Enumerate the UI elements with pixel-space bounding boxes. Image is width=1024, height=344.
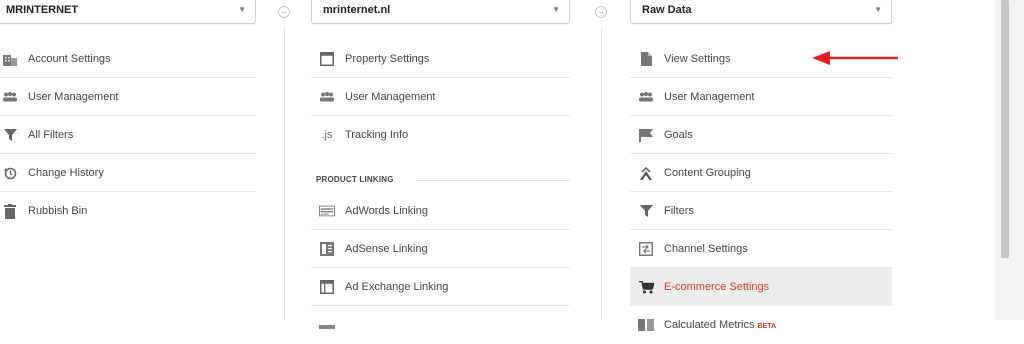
- view-selector[interactable]: Raw Data ▼: [630, 0, 892, 24]
- menu-item-adwords-linking[interactable]: AdWords Linking: [311, 192, 570, 230]
- calculated-icon: [638, 317, 654, 333]
- menu-item-tracking-info[interactable]: .js Tracking Info: [311, 116, 570, 154]
- menu-item-label: Property Settings: [345, 53, 430, 65]
- beta-badge: BETA: [757, 323, 777, 330]
- section-divider: [416, 180, 570, 181]
- menu-item-user-management[interactable]: User Management: [311, 78, 570, 116]
- partial-icon: [319, 317, 335, 333]
- trash-icon: [2, 203, 18, 219]
- arrow-right-icon: →: [278, 6, 290, 18]
- menu-item-user-management[interactable]: User Management: [0, 78, 256, 116]
- arrow-right-icon: →: [595, 6, 607, 18]
- filter-icon: [638, 203, 654, 219]
- menu-item-label: Goals: [664, 129, 693, 141]
- window-icon: [319, 51, 335, 67]
- menu-item-label: Rubbish Bin: [28, 205, 88, 217]
- menu-item-label: All Filters: [28, 129, 74, 141]
- menu-item-filters[interactable]: Filters: [630, 192, 892, 230]
- users-icon: [2, 89, 18, 105]
- menu-item-label: Account Settings: [28, 53, 111, 65]
- menu-item-adsense-linking[interactable]: AdSense Linking: [311, 230, 570, 268]
- menu-item-calculated-metrics[interactable]: Calculated Metrics BETA: [630, 306, 892, 344]
- annotation-arrow-icon: [812, 50, 902, 66]
- menu-item-label: Calculated Metrics: [664, 319, 755, 331]
- menu-item-channel-settings[interactable]: Channel Settings: [630, 230, 892, 268]
- column-divider: [601, 28, 602, 320]
- document-icon: [638, 51, 654, 67]
- menu-item-change-history[interactable]: Change History: [0, 154, 256, 192]
- property-selector-label: mrinternet.nl: [323, 4, 391, 16]
- flag-icon: [638, 127, 654, 143]
- menu-item-goals[interactable]: Goals: [630, 116, 892, 154]
- property-selector[interactable]: mrinternet.nl ▼: [311, 0, 570, 24]
- menu-item-label: User Management: [345, 91, 436, 103]
- menu-item-user-management[interactable]: User Management: [630, 78, 892, 116]
- chevron-down-icon: ▼: [552, 5, 560, 14]
- scrollbar[interactable]: [995, 0, 1024, 320]
- menu-item-ad-exchange-linking[interactable]: Ad Exchange Linking: [311, 268, 570, 306]
- menu-item-label: User Management: [28, 91, 119, 103]
- menu-item-rubbish-bin[interactable]: Rubbish Bin: [0, 192, 256, 230]
- adwords-icon: [319, 203, 335, 219]
- filter-icon: [2, 127, 18, 143]
- menu-item-label: Filters: [664, 205, 694, 217]
- column-divider: [284, 28, 285, 320]
- menu-item-partial: [311, 306, 570, 344]
- menu-item-account-settings[interactable]: Account Settings: [0, 40, 256, 78]
- users-icon: [319, 89, 335, 105]
- js-icon: .js: [321, 129, 333, 141]
- chevron-down-icon: ▼: [238, 5, 246, 14]
- building-icon: [2, 51, 18, 67]
- menu-item-content-grouping[interactable]: Content Grouping: [630, 154, 892, 192]
- account-selector[interactable]: MRINTERNET ▼: [0, 0, 256, 24]
- history-icon: [2, 165, 18, 181]
- menu-item-property-settings[interactable]: Property Settings: [311, 40, 570, 78]
- menu-item-label: AdSense Linking: [345, 243, 428, 255]
- menu-item-label: Content Grouping: [664, 167, 751, 179]
- scrollbar-thumb[interactable]: [1001, 0, 1009, 258]
- section-heading: PRODUCT LINKING: [316, 175, 394, 184]
- menu-item-label: User Management: [664, 91, 755, 103]
- adexchange-icon: [319, 279, 335, 295]
- view-selector-label: Raw Data: [642, 4, 692, 16]
- menu-item-label: AdWords Linking: [345, 205, 428, 217]
- account-selector-label: MRINTERNET: [6, 4, 79, 16]
- channel-icon: [638, 241, 654, 257]
- menu-item-label: Ad Exchange Linking: [345, 281, 449, 293]
- menu-item-label: Channel Settings: [664, 243, 748, 255]
- adsense-icon: [319, 241, 335, 257]
- menu-item-all-filters[interactable]: All Filters: [0, 116, 256, 154]
- cart-icon: [638, 279, 654, 295]
- menu-item-label: Tracking Info: [345, 129, 409, 141]
- menu-item-label: E-commerce Settings: [664, 281, 770, 293]
- section-product-linking: PRODUCT LINKING: [316, 170, 570, 190]
- menu-item-label: Change History: [28, 167, 104, 179]
- users-icon: [638, 89, 654, 105]
- chevron-down-icon: ▼: [874, 5, 882, 14]
- menu-item-label: View Settings: [664, 53, 731, 65]
- content-grouping-icon: [638, 165, 654, 181]
- menu-item-ecommerce-settings[interactable]: E-commerce Settings: [630, 268, 892, 306]
